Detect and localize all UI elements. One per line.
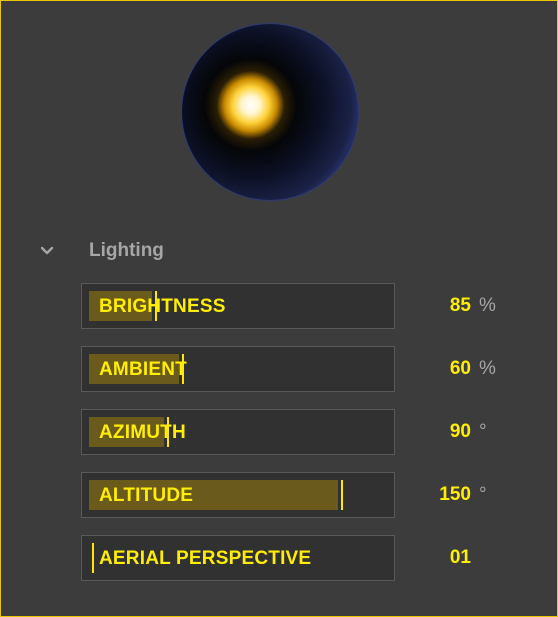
slider-label: AMBIENT <box>99 359 187 380</box>
slider-value[interactable]: 60 <box>411 346 471 392</box>
slider-handle[interactable] <box>341 480 343 510</box>
slider-label: ALTITUDE <box>99 485 194 506</box>
slider-handle[interactable] <box>92 543 94 573</box>
lighting-preview-sphere <box>181 23 359 201</box>
slider-row-altitude: ALTITUDE 150 ° <box>81 472 501 520</box>
slider-value[interactable]: 85 <box>411 283 471 329</box>
slider-value[interactable]: 150 <box>411 472 471 518</box>
lighting-section-header[interactable]: Lighting <box>37 237 164 265</box>
slider-label: AERIAL PERSPECTIVE <box>99 548 312 569</box>
slider-row-aerial-perspective: AERIAL PERSPECTIVE 01 <box>81 535 501 583</box>
slider-value[interactable]: 90 <box>411 409 471 455</box>
slider-unit: % <box>479 358 496 379</box>
slider-altitude[interactable]: ALTITUDE <box>81 472 395 518</box>
slider-value[interactable]: 01 <box>411 535 471 581</box>
slider-ambient[interactable]: AMBIENT <box>81 346 395 392</box>
chevron-down-icon[interactable] <box>37 241 57 261</box>
slider-row-brightness: BRIGHTNESS 85% <box>81 283 501 331</box>
slider-unit: ° <box>479 421 487 442</box>
slider-unit: ° <box>479 484 487 505</box>
slider-azimuth[interactable]: AZIMUTH <box>81 409 395 455</box>
slider-aerial-perspective[interactable]: AERIAL PERSPECTIVE <box>81 535 395 581</box>
slider-label: AZIMUTH <box>99 422 186 443</box>
section-title: Lighting <box>89 240 164 261</box>
slider-brightness[interactable]: BRIGHTNESS <box>81 283 395 329</box>
slider-row-azimuth: AZIMUTH 90 ° <box>81 409 501 457</box>
lighting-panel: Lighting BRIGHTNESS 85% AMBIENT 60% AZIMUTH 9… <box>0 0 558 617</box>
slider-unit: % <box>479 295 496 316</box>
slider-label: BRIGHTNESS <box>99 296 226 317</box>
slider-row-ambient: AMBIENT 60% <box>81 346 501 394</box>
